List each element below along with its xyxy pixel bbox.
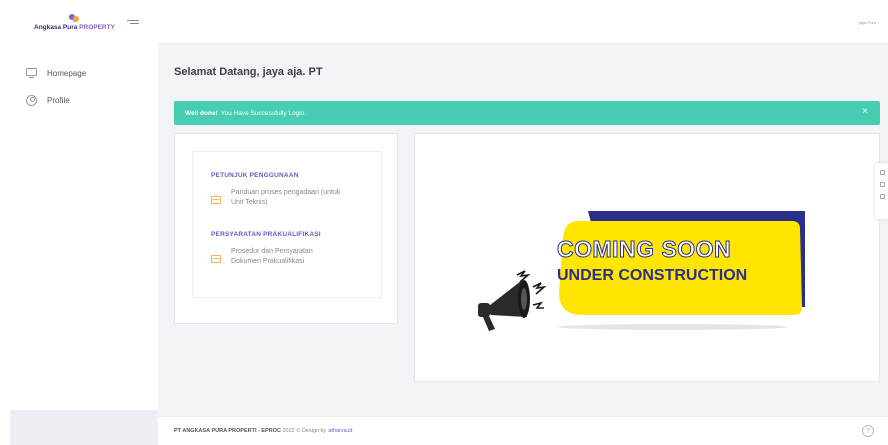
guide-panel: PETUNJUK PENGGUNAAN Panduan proses penga… bbox=[192, 151, 382, 298]
guide-link-panduan[interactable]: Panduan proses pengadaan (untuk Unit Tek… bbox=[211, 188, 381, 208]
guide-link-text: Prosedur dan Persyaratan Dokumen Prakual… bbox=[231, 248, 313, 265]
sidebar-nav: Homepage Profile bbox=[0, 65, 158, 108]
guide-link-prosedur[interactable]: Prosedur dan Persyaratan Dokumen Prakual… bbox=[211, 247, 381, 267]
section-title-petunjuk: PETUNJUK PENGGUNAAN bbox=[211, 172, 299, 179]
coming-soon-banner: COMING SOON UNDER CONSTRUCTION bbox=[473, 209, 813, 339]
footer-author-link[interactable]: atharva.id bbox=[328, 428, 352, 434]
guide-link-text: Panduan proses pengadaan (untuk Unit Tek… bbox=[231, 189, 341, 206]
monitor-icon bbox=[26, 68, 37, 78]
calendar-icon[interactable] bbox=[880, 182, 885, 187]
brand-suffix: PROPERTY bbox=[79, 24, 115, 31]
footer-copyright: 2022 © Design by bbox=[282, 428, 327, 434]
help-icon[interactable]: ? bbox=[862, 425, 874, 437]
cart-icon[interactable] bbox=[880, 170, 885, 175]
footer: PT ANGKASA PURA PROPERTI - EPROC 2022 © … bbox=[158, 416, 888, 445]
logo-mark-icon bbox=[68, 13, 80, 23]
box-icon bbox=[211, 196, 221, 204]
close-icon[interactable]: × bbox=[862, 107, 868, 117]
sidebar: Angkasa Pura PROPERTY Homepage Profile bbox=[0, 0, 158, 445]
sidebar-item-homepage[interactable]: Homepage bbox=[0, 65, 158, 81]
page-title: Selamat Datang, jaya aja. PT bbox=[174, 66, 323, 78]
user-name[interactable]: jaya Pura bbox=[859, 20, 876, 25]
megaphone-icon bbox=[478, 270, 547, 331]
side-toolbar bbox=[875, 163, 888, 219]
coming-soon-card: COMING SOON UNDER CONSTRUCTION bbox=[414, 133, 880, 382]
top-bar: jaya Pura bbox=[158, 0, 888, 44]
alert-message: You Have Successfully Login. bbox=[220, 109, 307, 117]
guide-card: PETUNJUK PENGGUNAAN Panduan proses penga… bbox=[174, 133, 398, 324]
chat-icon[interactable] bbox=[880, 194, 885, 199]
sidebar-item-profile[interactable]: Profile bbox=[0, 92, 158, 108]
coming-soon-text: COMING SOON bbox=[556, 236, 732, 263]
sidebar-footer bbox=[10, 410, 158, 445]
brand-name: Angkasa Pura PROPERTY bbox=[34, 24, 115, 31]
alert-strong: Well done! bbox=[185, 109, 218, 117]
logo-area: Angkasa Pura PROPERTY bbox=[0, 0, 158, 44]
menu-toggle-icon[interactable] bbox=[127, 20, 139, 27]
user-icon bbox=[26, 94, 37, 106]
brand-logo[interactable]: Angkasa Pura PROPERTY bbox=[34, 13, 115, 31]
sidebar-item-label: Homepage bbox=[47, 68, 87, 78]
success-alert: Well done! You Have Successfully Login. … bbox=[174, 101, 880, 125]
sidebar-item-label: Profile bbox=[47, 95, 70, 105]
box-icon bbox=[211, 255, 221, 263]
footer-company: PT ANGKASA PURA PROPERTI - EPROC bbox=[174, 428, 281, 434]
section-title-persyaratan: PERSYARATAN PRAKUALIFIKASI bbox=[211, 231, 321, 238]
under-construction-text: UNDER CONSTRUCTION bbox=[557, 267, 748, 284]
